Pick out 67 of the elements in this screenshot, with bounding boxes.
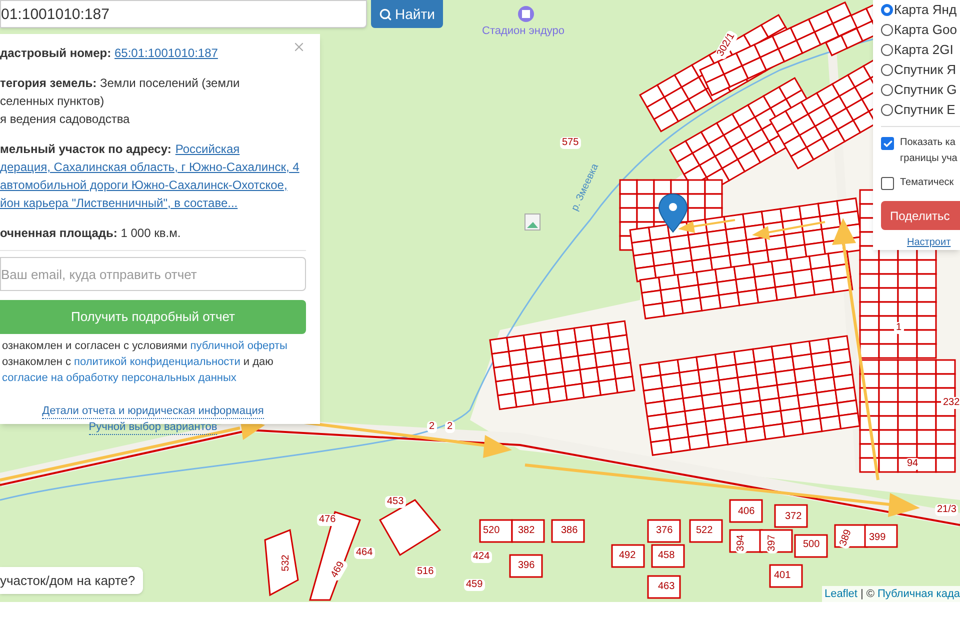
parcel-number: 94 (905, 458, 920, 470)
layer-option[interactable]: Карта Янд (881, 0, 960, 20)
cadastral-number: дастровый номер: 65:01:1001010:187 (0, 45, 218, 62)
map-marker-icon[interactable] (658, 194, 688, 232)
radio-button[interactable] (881, 64, 893, 76)
consent-link[interactable]: согласие на обработку персональных данных (2, 370, 236, 386)
layer-option[interactable]: Спутник E (881, 100, 960, 120)
leaflet-link[interactable]: Leaflet (824, 586, 858, 602)
layer-option[interactable]: Спутник G (881, 80, 960, 100)
radio-button[interactable] (881, 44, 893, 56)
settings-link[interactable]: Настроит (907, 237, 951, 248)
layer-option[interactable]: Спутник Я (881, 60, 960, 80)
search-button[interactable]: Найти (371, 0, 443, 28)
parcel-number: 21/3 (935, 504, 958, 516)
layer-option[interactable]: Карта Goo (881, 20, 960, 40)
parcel-number: 424 (471, 551, 492, 563)
consent-link[interactable]: публичной оферты (190, 338, 288, 354)
checkbox[interactable] (881, 177, 894, 190)
cadastral-link[interactable]: 65:01:1001010:187 (114, 46, 218, 60)
consent-text: и даю (243, 355, 274, 370)
parcel-number: 232 (941, 397, 960, 409)
category-text: селенных пунктов) (0, 93, 106, 110)
parcel-number: 394 (735, 532, 748, 554)
parcel-number: 2 (445, 421, 455, 433)
separator: | (860, 586, 864, 602)
radio-button[interactable] (881, 4, 893, 16)
parcel-number: 516 (415, 566, 436, 578)
share-button[interactable]: Поделитьс (881, 201, 960, 230)
parcel-number: 397 (766, 532, 778, 554)
land-parcel (378, 499, 442, 556)
layer-option[interactable]: Карта 2GI (881, 40, 960, 60)
footer-link[interactable]: Ручной выбор вариантов (88, 420, 218, 435)
footer-link[interactable]: Детали отчета и юридическая информация (42, 404, 264, 419)
overlay-label: Показать ка (900, 136, 956, 150)
radio-button[interactable] (881, 24, 893, 36)
place-label: Стадион эндуро (482, 24, 565, 39)
category-text: я ведения садоводства (0, 111, 131, 128)
parcel-number: 2 (427, 421, 437, 433)
consent-text: ознакомлен с (2, 355, 72, 370)
parcel-number: 575 (560, 137, 581, 149)
search-icon (379, 8, 392, 20)
consent-link[interactable]: политикой конфиденциальности (74, 354, 240, 370)
parcel-number: 1 (894, 322, 904, 334)
parcel-number: 476 (317, 514, 338, 526)
source-link[interactable]: Публичная када (877, 586, 960, 602)
address-link[interactable]: йон карьера "Лиственничный", в составе... (0, 194, 306, 212)
area-text: очненная площадь: 1 000 кв.м. (0, 225, 182, 242)
overlay-label: Тематическ (900, 176, 954, 190)
help-bubble[interactable]: участок/дом на карте? (0, 567, 144, 594)
checkbox[interactable] (881, 137, 894, 150)
address-label: мельный участок по адресу: (0, 141, 172, 158)
parcel-number: 459 (464, 579, 485, 591)
arrow (678, 219, 736, 233)
consent-text: ознакомлен и согласен с условиями (2, 339, 188, 354)
copyright-sign: © (866, 586, 874, 602)
radio-button[interactable] (881, 104, 893, 116)
email-field[interactable]: Ваш email, куда отправить отчет (0, 257, 306, 291)
parcel-number: 464 (354, 547, 375, 559)
address-link[interactable]: дерация, Сахалинская область, г Южно-Сахалинск, 4 (0, 158, 306, 176)
category-text: тегория земель: Земли поселений (земли (0, 75, 241, 92)
parcel-number: 453 (385, 496, 406, 508)
radio-button[interactable] (881, 84, 893, 96)
overlay-label: границы уча (900, 152, 958, 166)
search-field[interactable]: 01:1001010:187 (0, 0, 367, 28)
address-link[interactable]: автомобильной дороги Южно-Сахалинск-Охотское, (0, 176, 306, 194)
broken-image-icon (524, 214, 540, 230)
address-link[interactable]: Российская (175, 140, 240, 158)
